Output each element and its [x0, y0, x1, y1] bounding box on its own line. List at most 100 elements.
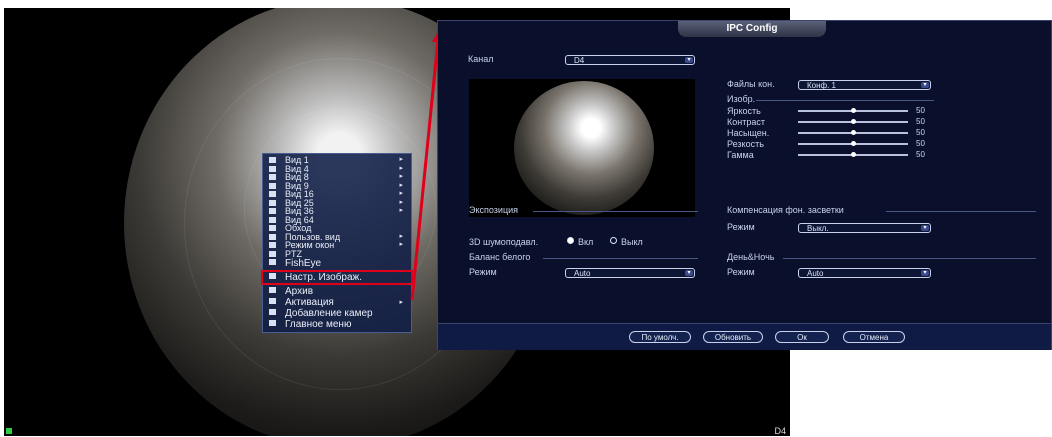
menu-item-icon: [269, 165, 276, 172]
menu-item-icon: [269, 273, 276, 279]
menu-item[interactable]: Настр. Изображ.: [261, 270, 413, 285]
exposure-section-title: Экспозиция: [469, 205, 518, 215]
slider-track[interactable]: [798, 141, 908, 146]
channel-label: Канал: [468, 54, 494, 64]
divider: [783, 258, 1036, 259]
slider-track[interactable]: [798, 130, 908, 135]
slider-value: 50: [916, 128, 925, 137]
menu-item-icon: [269, 216, 276, 223]
menu-item-label: Настр. Изображ.: [285, 272, 363, 283]
menu-item[interactable]: Главное меню: [263, 319, 411, 330]
cancel-button[interactable]: Отмена: [843, 331, 905, 343]
divider: [886, 211, 1036, 212]
refresh-button[interactable]: Обновить: [703, 331, 763, 343]
image-section-title: Изобр.: [727, 94, 756, 104]
context-menu: Вид 1 ▸ Вид 4 ▸ Вид 8 ▸ Вид 9 ▸ Вид 16 ▸ Вид 25 ▸ Ви…: [261, 153, 413, 333]
submenu-arrow-icon: ▸: [399, 241, 403, 248]
menu-item-label: Архив: [285, 286, 314, 297]
menu-item-icon: [269, 309, 276, 315]
record-indicator: [6, 428, 12, 434]
config-file-value: Конф. 1: [807, 81, 837, 90]
menu-item[interactable]: FishEye: [263, 258, 411, 269]
slider-track[interactable]: [798, 108, 908, 113]
slider-knob[interactable]: [851, 130, 856, 135]
submenu-arrow-icon: ▸: [399, 232, 403, 240]
submenu-arrow-icon: ▸: [399, 173, 403, 180]
chevron-down-icon: ▾: [685, 270, 693, 276]
backlight-section-title: Компенсация фон. засветки: [727, 205, 844, 215]
fisheye-preview-image: [514, 81, 654, 215]
menu-item-icon: [269, 157, 276, 163]
menu-item-icon: [269, 259, 276, 265]
menu-item[interactable]: Активация ▸: [263, 297, 411, 308]
menu-item-icon: [269, 174, 276, 180]
divider: [756, 100, 934, 101]
menu-item-label: Активация: [285, 297, 334, 308]
noise-off-label: Выкл: [621, 237, 643, 247]
white-balance-mode-label: Режим: [469, 267, 497, 277]
slider-knob[interactable]: [851, 108, 856, 113]
submenu-arrow-icon: ▸: [399, 181, 403, 189]
noise-on-radio[interactable]: [567, 237, 574, 244]
divider: [533, 211, 698, 212]
menu-item[interactable]: Архив: [263, 286, 411, 297]
menu-item-icon: [269, 320, 276, 326]
slider-value: 50: [916, 139, 925, 148]
day-night-mode-select[interactable]: Auto ▾: [798, 268, 931, 278]
backlight-mode-select[interactable]: Выкл. ▾: [798, 223, 931, 233]
menu-item[interactable]: Добавление камер: [263, 308, 411, 319]
submenu-arrow-icon: ▸: [399, 190, 403, 197]
day-night-mode-label: Режим: [727, 267, 755, 277]
menu-item-icon: [269, 287, 276, 293]
slider-knob[interactable]: [851, 141, 856, 146]
slider-value: 50: [916, 106, 925, 115]
ok-button[interactable]: Ок: [775, 331, 829, 343]
backlight-mode-value: Выкл.: [807, 224, 829, 233]
menu-item-icon: [269, 191, 276, 197]
channel-value: D4: [574, 56, 585, 65]
menu-item-icon: [269, 242, 276, 248]
menu-item-icon: [269, 208, 276, 214]
slider-value: 50: [916, 117, 925, 126]
white-balance-section-title: Баланс белого: [469, 252, 531, 262]
submenu-arrow-icon: ▸: [399, 198, 403, 206]
chevron-down-icon: ▾: [921, 225, 929, 231]
channel-label: D4: [774, 426, 786, 436]
white-balance-mode-value: Auto: [574, 269, 591, 278]
slider-track[interactable]: [798, 119, 908, 124]
menu-item-label: Главное меню: [285, 319, 352, 330]
ipc-config-dialog: IPC Config Канал D4 ▾ Файлы кон. Конф. 1…: [437, 20, 1052, 350]
slider-knob[interactable]: [851, 119, 856, 124]
noise-off-radio[interactable]: [610, 237, 617, 244]
slider-knob[interactable]: [851, 152, 856, 157]
divider: [543, 258, 698, 259]
noise-reduction-label: 3D шумоподавл.: [469, 237, 539, 247]
submenu-arrow-icon: ▸: [399, 156, 403, 163]
menu-item-label: Добавление камер: [285, 308, 373, 319]
menu-item-icon: [269, 250, 276, 257]
day-night-section-title: День&Ночь: [727, 252, 775, 262]
chevron-down-icon: ▾: [685, 57, 693, 63]
menu-item-icon: [269, 199, 276, 206]
chevron-down-icon: ▾: [921, 270, 929, 276]
slider-label: Гамма: [727, 150, 754, 160]
menu-item-icon: [269, 182, 276, 189]
menu-item-label: PTZ: [285, 248, 302, 259]
slider-label: Яркость: [727, 106, 761, 116]
config-file-label: Файлы кон.: [727, 79, 775, 89]
slider-label: Резкость: [727, 139, 764, 149]
menu-item-icon: [269, 225, 276, 231]
menu-item[interactable]: PTZ: [263, 248, 411, 259]
submenu-arrow-icon: ▸: [399, 299, 403, 306]
dialog-title: IPC Config: [678, 21, 826, 37]
noise-on-label: Вкл: [578, 237, 594, 247]
slider-label: Контраст: [727, 117, 765, 127]
channel-select[interactable]: D4 ▾: [565, 55, 695, 65]
default-button[interactable]: По умолч.: [629, 331, 691, 343]
backlight-mode-label: Режим: [727, 222, 755, 232]
config-file-select[interactable]: Конф. 1 ▾: [798, 80, 931, 90]
menu-item-icon: [269, 298, 276, 304]
day-night-mode-value: Auto: [807, 269, 824, 278]
white-balance-mode-select[interactable]: Auto ▾: [565, 268, 695, 278]
slider-track[interactable]: [798, 152, 908, 157]
